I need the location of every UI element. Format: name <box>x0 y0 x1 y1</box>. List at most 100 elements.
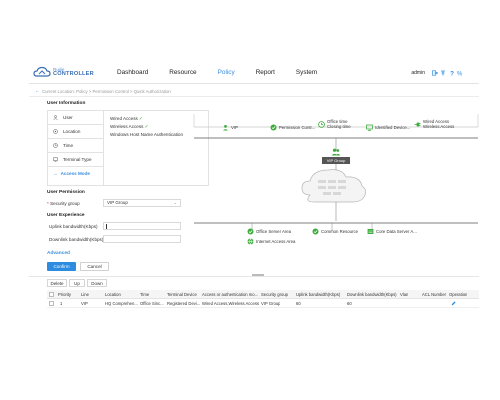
list-item[interactable]: Wired Access✓ <box>110 115 183 123</box>
user-name[interactable]: admin <box>411 70 425 76</box>
location-icon <box>53 129 58 134</box>
up-button[interactable]: Up <box>69 279 85 287</box>
col-line[interactable]: Line <box>81 290 89 299</box>
cancel-button[interactable]: Cancel <box>80 262 109 271</box>
diagram-permission[interactable]: Permission Contr... <box>270 124 315 131</box>
cloud-logo-icon <box>33 66 51 77</box>
diagram-time[interactable]: Office time Closing time <box>318 119 351 129</box>
logo-product: CONTROLLER <box>53 71 94 77</box>
tab-location[interactable]: Location <box>48 125 103 139</box>
col-uplink[interactable]: Uplink bandwidth(Kbps) <box>296 290 340 299</box>
col-acl-number[interactable]: ACL Number <box>422 290 446 299</box>
nav-dashboard[interactable]: Dashboard <box>117 69 148 76</box>
nav-system[interactable]: System <box>296 69 317 76</box>
col-time[interactable]: Time <box>140 290 149 299</box>
col-operation: Operation <box>449 292 468 297</box>
security-group-label: * Security group <box>47 201 80 206</box>
cell-location: HQ Comprehen... <box>105 301 138 306</box>
main-nav: Dashboard Resource Policy Report System <box>117 69 338 76</box>
policy-diagram: VIP Permission Contr... Office time Clos… <box>192 107 482 282</box>
diagram-resource-office-server[interactable]: Office Server Area <box>247 228 291 235</box>
access-mode-list: Wired Access✓ Wireless Access✓ Windows H… <box>110 115 183 139</box>
user-info-panel: User Location Time Terminal Type → Acces… <box>47 110 209 186</box>
check-icon: ✓ <box>138 116 144 122</box>
diagram-resource-internet[interactable]: Internet Access Area <box>247 238 295 245</box>
cell-line: VIP <box>81 301 88 306</box>
check-icon: ✓ <box>144 124 149 130</box>
col-security-group[interactable]: Security group <box>261 290 288 299</box>
table-row[interactable]: 1 VIP HQ Comprehen... Office Sinc... Reg… <box>47 299 479 308</box>
user-icon <box>53 115 58 120</box>
col-terminal-device[interactable]: Terminal Device <box>167 290 197 299</box>
cell-downlink: 60 <box>347 301 352 306</box>
divider <box>29 96 479 97</box>
list-item[interactable]: Wireless Access✓ <box>110 123 183 131</box>
check-circle-icon <box>270 124 277 131</box>
diagram-lines <box>193 114 479 231</box>
logout-icon[interactable] <box>431 70 438 76</box>
edit-icon[interactable] <box>451 301 456 306</box>
cell-security-group: VIP Group <box>261 301 281 306</box>
tab-user[interactable]: User <box>48 111 103 125</box>
back-arrow-icon[interactable]: ← <box>35 88 40 94</box>
resource-check-icon <box>312 228 319 235</box>
arrow-right-icon: → <box>53 171 58 176</box>
splitter-handle[interactable] <box>252 274 264 276</box>
security-group-select[interactable]: VIP Group ⌄ <box>103 199 181 207</box>
chevron-down-icon: ⌄ <box>173 200 177 205</box>
down-button[interactable]: Down <box>87 279 107 287</box>
pin-icon[interactable] <box>440 70 446 76</box>
server-check-icon <box>247 228 254 235</box>
diagram-vip-group[interactable] <box>326 148 346 157</box>
diagram-resource-core-data[interactable]: Core Data Server A... <box>367 228 417 235</box>
col-priority[interactable]: Priority <box>58 290 71 299</box>
advanced-toggle[interactable]: Advanced <box>47 251 70 256</box>
terminal-icon <box>53 157 58 162</box>
app-window: Ruijie CONTROLLER Dashboard Resource Pol… <box>29 62 479 320</box>
col-vlan[interactable]: Vlan <box>400 290 408 299</box>
downlink-label: Downlink bandwidth(Kbps) <box>49 237 104 242</box>
tab-time[interactable]: Time <box>48 139 103 153</box>
uplink-input[interactable] <box>103 222 181 230</box>
col-location[interactable]: Location <box>105 290 121 299</box>
cell-uplink: 60 <box>296 301 301 306</box>
list-item[interactable]: Windows Host Name Authentication <box>110 131 183 139</box>
diagram-resource-common[interactable]: Common Resource <box>312 228 358 235</box>
monitor-icon <box>366 124 373 131</box>
tab-terminal-type[interactable]: Terminal Type <box>48 153 103 167</box>
cell-priority: 1 <box>60 301 63 306</box>
user-info-tabs: User Location Time Terminal Type → Acces… <box>48 111 104 185</box>
tab-location-label: Location <box>63 129 81 134</box>
col-downlink[interactable]: Downlink bandwidth(Kbps) <box>347 290 397 299</box>
percent-icon[interactable]: % <box>457 70 463 76</box>
cell-terminal-device: Registered Devi... <box>167 301 201 306</box>
group-icon <box>331 148 341 156</box>
row-checkbox[interactable] <box>49 301 54 306</box>
diagram-access[interactable]: Wired Access Wireless Access <box>414 119 454 129</box>
nav-resource[interactable]: Resource <box>169 69 196 76</box>
app-logo[interactable]: Ruijie CONTROLLER <box>33 66 94 78</box>
plug-icon <box>414 122 421 126</box>
tab-terminal-label: Terminal Type <box>63 157 92 162</box>
user-tag-icon <box>223 125 228 131</box>
svg-text:?: ? <box>450 71 454 76</box>
help-icon[interactable]: ? <box>449 70 455 76</box>
downlink-input[interactable] <box>103 235 181 243</box>
user-permission-title: User Permission <box>47 190 85 195</box>
diagram-identified-device[interactable]: Identified Device... <box>366 124 410 131</box>
vip-group-badge: VIP Group <box>322 157 350 164</box>
nav-report[interactable]: Report <box>256 69 275 76</box>
col-access-mode[interactable]: Access or authentication mo... <box>202 290 261 299</box>
clock-icon <box>318 120 325 128</box>
delete-button[interactable]: Delete <box>47 279 67 287</box>
nav-policy[interactable]: Policy <box>218 69 235 76</box>
select-all-checkbox[interactable] <box>49 292 54 297</box>
tab-user-label: User <box>63 115 73 120</box>
top-header: Ruijie CONTROLLER Dashboard Resource Pol… <box>29 62 479 84</box>
panel-splitter <box>29 276 479 277</box>
access-mode-tab[interactable]: → Access Mode <box>53 171 90 176</box>
diagram-user-vip[interactable]: VIP <box>222 124 238 131</box>
user-info-title: User Information <box>47 101 86 106</box>
confirm-button[interactable]: Confirm <box>47 262 76 271</box>
table-header: Priority Line Location Time Terminal Dev… <box>47 290 479 299</box>
